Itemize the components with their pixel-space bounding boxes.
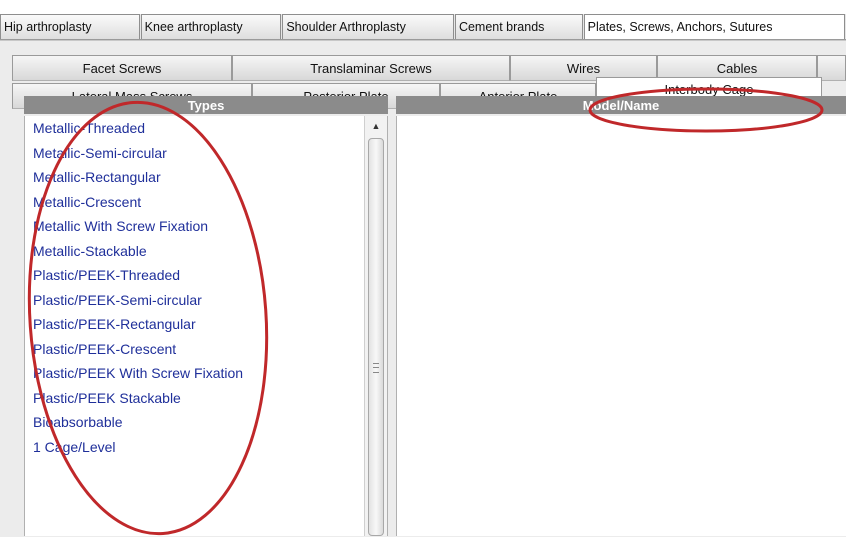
top-tab-knee-arthroplasty[interactable]: Knee arthroplasty	[140, 14, 282, 39]
tab-translaminar-screws[interactable]: Translaminar Screws	[232, 55, 510, 81]
top-tab-label: Plates, Screws, Anchors, Sutures	[587, 20, 773, 34]
list-item[interactable]: Metallic-Semi-circular	[25, 141, 365, 166]
grip-icon	[373, 363, 379, 373]
types-column-header: Types	[24, 96, 388, 114]
types-header-label: Types	[187, 97, 225, 113]
list-item[interactable]: 1 Cage/Level	[25, 435, 365, 460]
model-header-label: Model/Name	[582, 97, 660, 113]
top-tab-shoulder-arthroplasty[interactable]: Shoulder Arthroplasty	[282, 14, 454, 39]
tab-label: Interbody Cage	[664, 82, 754, 97]
top-tab-label: Knee arthroplasty	[144, 20, 243, 34]
list-item[interactable]: Metallic-Rectangular	[25, 165, 365, 190]
list-item[interactable]: Metallic With Screw Fixation	[25, 214, 365, 239]
list-item[interactable]: Plastic/PEEK-Rectangular	[25, 312, 365, 337]
tab-label: Cables	[716, 60, 758, 76]
tab-facet-screws[interactable]: Facet Screws	[12, 55, 232, 81]
model-list[interactable]	[396, 116, 846, 536]
types-scrollbar[interactable]: ▲	[364, 116, 388, 536]
top-tab-cement-brands[interactable]: Cement brands	[454, 14, 583, 39]
top-tab-label: Shoulder Arthroplasty	[286, 20, 406, 34]
tab-label: Wires	[566, 60, 601, 76]
types-list[interactable]: Metallic-Threaded Metallic-Semi-circular…	[24, 116, 365, 536]
top-tab-label: Cement brands	[458, 20, 545, 34]
top-tab-hip-arthroplasty[interactable]: Hip arthroplasty	[0, 14, 140, 39]
top-tab-label: Hip arthroplasty	[4, 20, 92, 34]
list-item[interactable]: Plastic/PEEK With Screw Fixation	[25, 361, 365, 386]
list-item[interactable]: Plastic/PEEK-Semi-circular	[25, 288, 365, 313]
model-column-header: Model/Name	[396, 96, 846, 114]
list-item[interactable]: Metallic-Stackable	[25, 239, 365, 264]
list-item[interactable]: Metallic-Threaded	[25, 116, 365, 141]
list-item[interactable]: Metallic-Crescent	[25, 190, 365, 215]
tab-label: Translaminar Screws	[310, 60, 432, 76]
list-item[interactable]: Plastic/PEEK Stackable	[25, 386, 365, 411]
scroll-thumb[interactable]	[368, 138, 384, 536]
list-item[interactable]: Bioabsorbable	[25, 410, 365, 435]
top-tab-plates-screws[interactable]: Plates, Screws, Anchors, Sutures	[583, 14, 846, 39]
top-tab-bar: Hip arthroplasty Knee arthroplasty Shoul…	[0, 14, 846, 40]
tab-label: Facet Screws	[82, 60, 162, 76]
list-item[interactable]: Plastic/PEEK-Threaded	[25, 263, 365, 288]
list-item[interactable]: Plastic/PEEK-Crescent	[25, 337, 365, 362]
triangle-up-icon[interactable]: ▲	[365, 116, 387, 136]
